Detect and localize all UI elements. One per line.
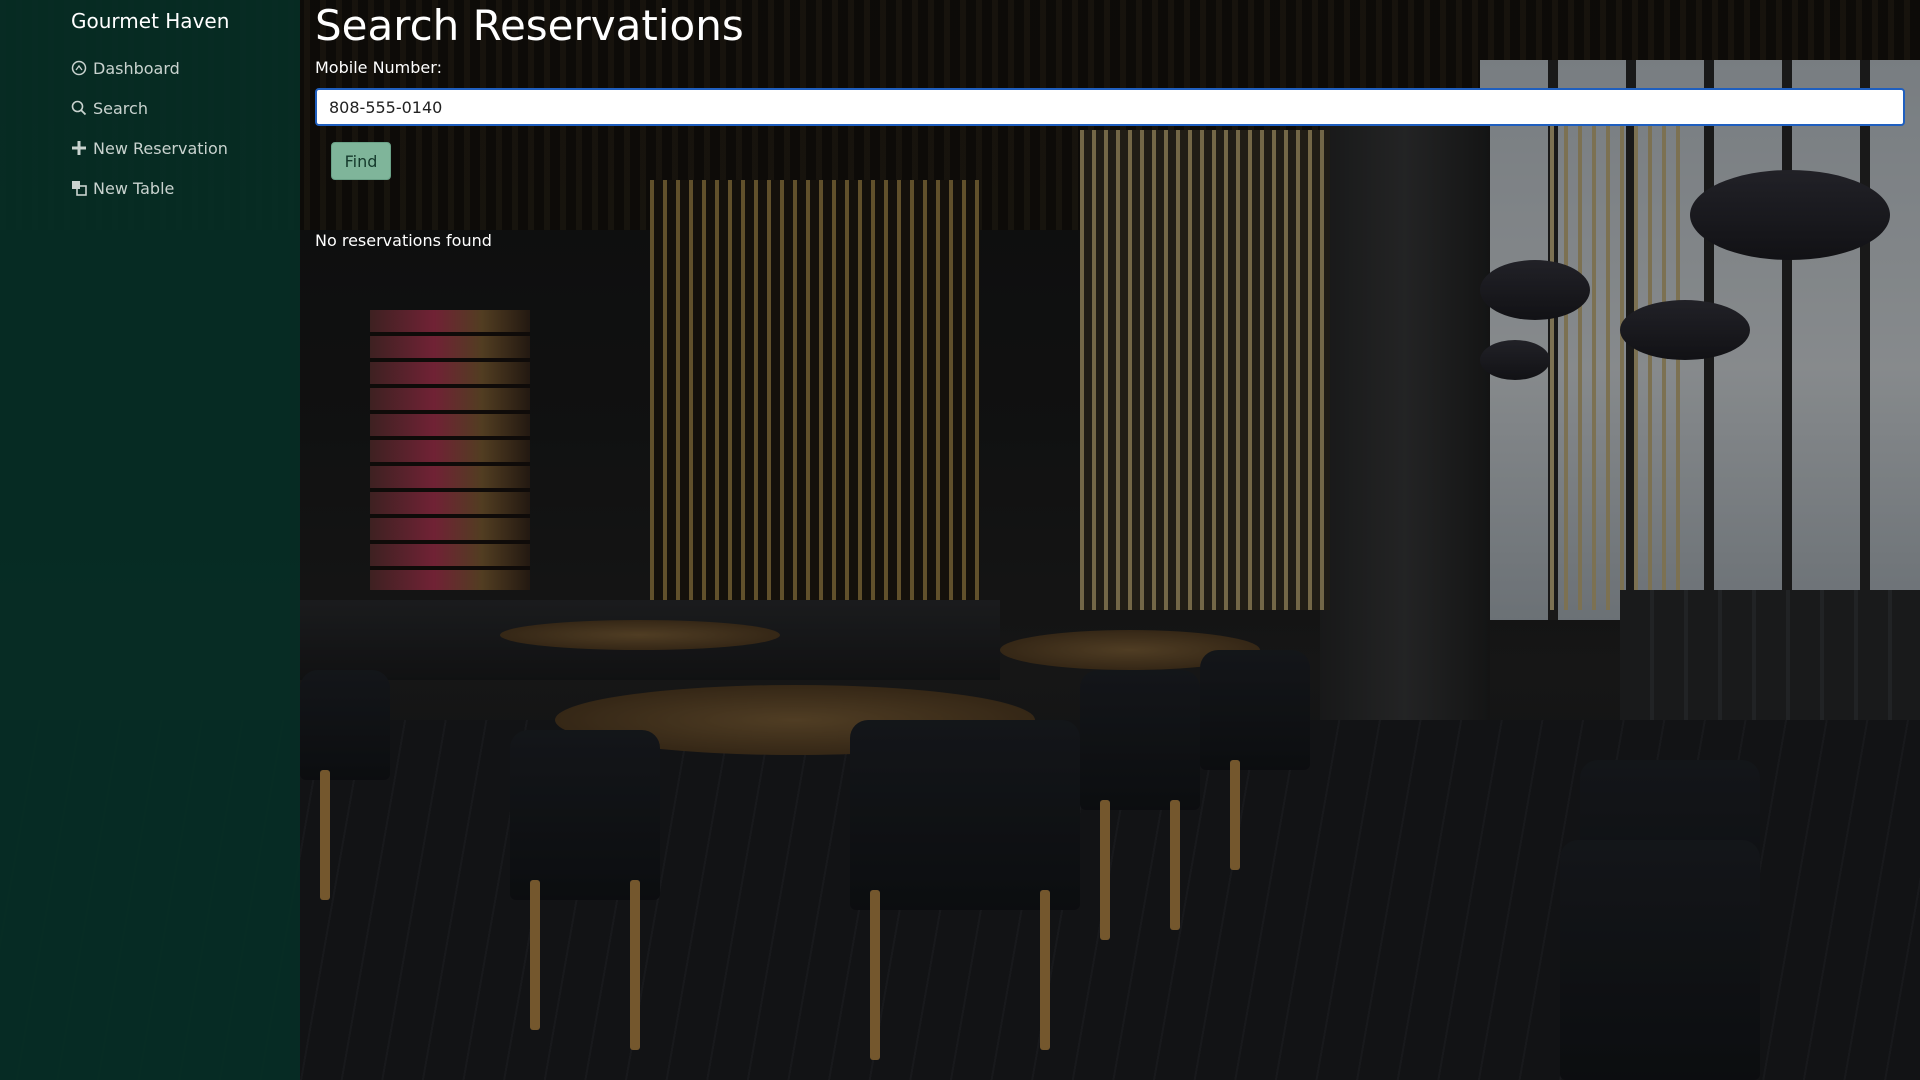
- sidebar-nav: Dashboard Search New Reservation New Tab…: [71, 48, 228, 208]
- find-button[interactable]: Find: [331, 142, 391, 180]
- brand-title[interactable]: Gourmet Haven: [71, 8, 229, 34]
- sidebar-item-label: Search: [93, 98, 148, 118]
- plus-icon: [71, 140, 87, 156]
- mobile-number-label: Mobile Number:: [315, 58, 442, 77]
- layers-icon: [71, 180, 87, 196]
- search-icon: [71, 100, 87, 116]
- sidebar: Gourmet Haven Dashboard Search New Reser…: [0, 0, 300, 1080]
- sidebar-item-new-reservation[interactable]: New Reservation: [71, 128, 228, 168]
- sidebar-item-search[interactable]: Search: [71, 88, 228, 128]
- sidebar-item-label: New Table: [93, 178, 175, 198]
- sidebar-item-dashboard[interactable]: Dashboard: [71, 48, 228, 88]
- mobile-number-input[interactable]: [315, 88, 1905, 126]
- dashboard-icon: [71, 60, 87, 76]
- sidebar-item-label: Dashboard: [93, 58, 180, 78]
- page-title: Search Reservations: [315, 1, 744, 50]
- sidebar-item-new-table[interactable]: New Table: [71, 168, 228, 208]
- status-message: No reservations found: [315, 231, 492, 250]
- sidebar-item-label: New Reservation: [93, 138, 228, 158]
